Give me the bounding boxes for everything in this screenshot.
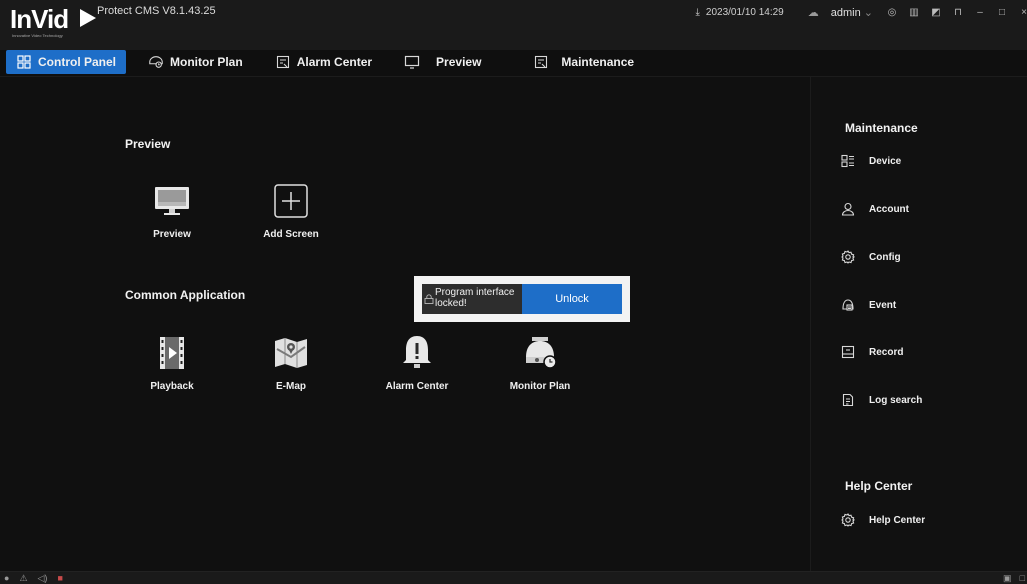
tab-label: Monitor Plan (170, 55, 243, 69)
rp-item-config[interactable]: Config (841, 248, 901, 266)
film-icon (152, 333, 192, 373)
common-section-title: Common Application (125, 288, 246, 302)
tab-label: Alarm Center (296, 55, 373, 69)
status-dot-icon[interactable]: ● (4, 573, 9, 584)
window-restore-icon[interactable]: ▣ (1003, 573, 1012, 584)
app-label: Add Screen (263, 229, 319, 240)
close-icon[interactable]: × (1019, 7, 1027, 18)
titlebar-controls: ⤓ 2023/01/10 14:29 ☁ admin ⌄ ◎ ▥ ◩ ⊓ – □… (695, 4, 1027, 20)
grid-icon (16, 55, 32, 69)
map-icon (271, 333, 311, 373)
window-box-icon[interactable]: □ (1020, 573, 1025, 584)
tab-maintenance[interactable]: Maintenance (523, 50, 644, 74)
record-status-icon[interactable]: ■ (57, 573, 62, 584)
rp-item-label: Account (869, 203, 909, 215)
tab-preview[interactable]: Preview (394, 50, 491, 74)
rp-item-label: Config (869, 251, 901, 263)
app-preview[interactable]: Preview (127, 181, 217, 240)
rp-item-account[interactable]: Account (841, 200, 909, 218)
minimize-icon[interactable]: – (975, 7, 985, 18)
maintenance-list-icon (533, 55, 549, 69)
app-label: Monitor Plan (509, 381, 571, 392)
lock-dialog-inner: Program interface locked! Unlock (422, 284, 622, 314)
logo-arrow-icon (80, 9, 96, 27)
lock-message: Program interface locked! (435, 287, 515, 309)
username: admin (830, 6, 861, 19)
volume-icon[interactable]: ◁) (38, 573, 48, 584)
rp-item-device[interactable]: Device (841, 152, 901, 170)
tab-label: Control Panel (38, 55, 117, 69)
status-left: ● ⚠ ◁) ■ (4, 573, 73, 584)
title-bar: InVid Innovative Video Technology Protec… (0, 0, 1027, 50)
display-icon (404, 55, 420, 69)
stats-icon[interactable]: ▥ (909, 7, 919, 18)
download-icon[interactable]: ⤓ (695, 7, 699, 18)
status-alert-icon[interactable]: ⚠ (19, 573, 27, 584)
datetime: 2023/01/10 14:29 (705, 6, 784, 18)
rp-item-label: Record (869, 346, 904, 358)
app-e-map[interactable]: E-Map (246, 333, 336, 392)
rp-item-event[interactable]: Event (841, 296, 896, 314)
main-nav: Control Panel Monitor Plan Alarm Center … (6, 50, 656, 74)
tab-label: Maintenance (561, 55, 635, 69)
monitor-plan-icon (148, 55, 164, 69)
logo-text: InVid (10, 4, 69, 34)
tab-label: Preview (436, 55, 482, 69)
lock-message-box: Program interface locked! (422, 284, 522, 314)
lock-dialog: Program interface locked! Unlock (414, 276, 630, 322)
maintenance-title: Maintenance (845, 121, 918, 135)
event-icon (841, 298, 855, 312)
app-alarm-center[interactable]: Alarm Center (372, 333, 462, 392)
right-panel: Maintenance Device Account Config Event … (810, 77, 1027, 571)
status-right: ▣ □ (995, 573, 1025, 584)
device-icon (841, 154, 855, 168)
tab-control-panel[interactable]: Control Panel (6, 50, 127, 74)
tab-monitor-plan[interactable]: Monitor Plan (138, 50, 253, 74)
app-label: Playback (150, 381, 194, 392)
tab-alarm-center[interactable]: Alarm Center (265, 50, 382, 74)
screenshot-icon[interactable]: ◩ (931, 7, 941, 18)
monitor-icon (152, 181, 192, 221)
app-title: Protect CMS V8.1.43.25 (97, 5, 216, 17)
bell-icon (397, 333, 437, 373)
app-label: Preview (153, 229, 191, 240)
lock-icon[interactable]: ⊓ (953, 7, 963, 18)
dome-camera-icon (520, 333, 560, 373)
rp-item-label: Event (869, 299, 897, 311)
log-icon (841, 393, 855, 407)
app-add-screen[interactable]: Add Screen (246, 181, 336, 240)
rp-item-label: Device (869, 155, 902, 167)
invid-logo: InVid Innovative Video Technology (10, 4, 96, 40)
logo-subtitle: Innovative Video Technology (12, 33, 63, 38)
app-playback[interactable]: Playback (127, 333, 217, 392)
app-monitor-plan[interactable]: Monitor Plan (495, 333, 585, 392)
rp-item-label: Log search (869, 394, 923, 406)
preview-section-title: Preview (125, 137, 171, 151)
help-gear-icon (841, 513, 855, 527)
maximize-icon[interactable]: □ (997, 7, 1007, 18)
cloud-icon[interactable]: ☁ (808, 6, 819, 19)
plus-box-icon (271, 181, 311, 221)
status-bar: ● ⚠ ◁) ■ ▣ □ (0, 571, 1027, 584)
rp-item-label: Help Center (869, 514, 926, 526)
record-icon (841, 345, 855, 359)
rp-item-help-center[interactable]: Help Center (841, 511, 925, 529)
unlock-button[interactable]: Unlock (522, 284, 622, 314)
rp-item-record[interactable]: Record (841, 343, 903, 361)
padlock-icon (424, 294, 434, 304)
help-center-title: Help Center (845, 479, 913, 493)
app-label: E-Map (276, 381, 306, 392)
alarm-list-icon (275, 55, 291, 69)
user-menu[interactable]: admin ⌄ (831, 6, 873, 19)
gear-icon (841, 250, 855, 264)
rp-item-log-search[interactable]: Log search (841, 391, 922, 409)
app-label: Alarm Center (385, 381, 449, 392)
control-panel-main: Preview Preview Add Screen Common Applic… (0, 77, 810, 571)
chevron-down-icon: ⌄ (863, 6, 873, 19)
settings-icon[interactable]: ◎ (887, 7, 897, 18)
user-icon (841, 202, 855, 216)
